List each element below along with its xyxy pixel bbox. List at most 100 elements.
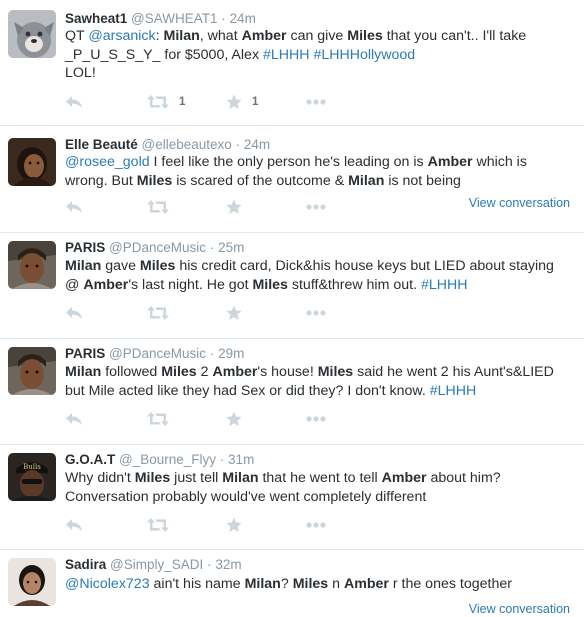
- tweet-item[interactable]: Elle Beauté @ellebeautexo · 24m @rosee_g…: [0, 126, 584, 233]
- reply-button[interactable]: [65, 303, 83, 323]
- fullname[interactable]: Sadira: [65, 557, 106, 572]
- highlighted-keyword: Amber: [212, 364, 258, 380]
- tweet-text: Milan followed Miles 2 Amber's house! Mi…: [65, 363, 570, 400]
- highlighted-keyword: Amber: [83, 276, 129, 293]
- star-icon: [226, 411, 242, 427]
- mention-link[interactable]: @arsanick: [88, 28, 155, 44]
- timestamp[interactable]: 24m: [244, 137, 270, 152]
- text-segment: can give: [286, 28, 348, 44]
- handle[interactable]: @SAWHEAT1: [131, 11, 217, 26]
- highlighted-keyword: Milan: [163, 28, 200, 44]
- handle[interactable]: @_Bourne_Flyy: [119, 452, 216, 467]
- highlighted-keyword: Miles: [139, 258, 176, 274]
- more-dots-icon: [306, 522, 326, 528]
- tweet-header: Sadira @Simply_SADI · 32m: [65, 557, 242, 572]
- highlighted-keyword: Miles: [292, 576, 329, 592]
- tweet-header: Sawheat1 @SAWHEAT1 · 24m: [65, 11, 256, 26]
- favorite-button[interactable]: 1: [226, 92, 258, 112]
- text-segment: ain't his name: [149, 576, 245, 592]
- reply-button[interactable]: [65, 515, 83, 535]
- view-conversation-link[interactable]: View conversation: [469, 602, 570, 616]
- star-icon: [226, 305, 242, 321]
- tweet-item[interactable]: Bulls G.O.A.T @_Bourne_Flyy · 31m Why di…: [0, 445, 584, 550]
- hashtag-link[interactable]: #LHHH: [263, 47, 310, 63]
- mention-link[interactable]: @Nicolex723: [65, 576, 150, 592]
- text-segment: 's house!: [257, 364, 318, 380]
- more-button[interactable]: [306, 409, 326, 429]
- handle[interactable]: @PDanceMusic: [109, 240, 206, 255]
- view-conversation-link[interactable]: View conversation: [469, 196, 570, 210]
- favorite-button[interactable]: [226, 197, 242, 217]
- avatar[interactable]: [8, 241, 56, 289]
- text-segment: LOL!: [65, 65, 96, 82]
- handle[interactable]: @PDanceMusic: [109, 346, 206, 361]
- handle[interactable]: @ellebeautexo: [142, 137, 232, 152]
- handle[interactable]: @Simply_SADI: [110, 557, 203, 572]
- retweet-button[interactable]: 1: [147, 92, 185, 112]
- avatar[interactable]: Bulls: [8, 453, 56, 501]
- tweet-actions: [65, 409, 365, 429]
- text-segment: 2: [196, 364, 213, 380]
- sadira-avatar-image: [8, 558, 56, 606]
- woman-avatar-image: [8, 138, 56, 186]
- reply-button[interactable]: [65, 409, 83, 429]
- retweet-button[interactable]: [147, 409, 169, 429]
- tweet-text: @rosee_gold I feel like the only person …: [65, 153, 570, 190]
- more-button[interactable]: [306, 303, 326, 323]
- goat-avatar-image: Bulls: [8, 453, 56, 501]
- hashtag-link[interactable]: #LHHH: [430, 383, 477, 399]
- timestamp[interactable]: 25m: [218, 240, 244, 255]
- retweet-button[interactable]: [147, 197, 169, 217]
- mention-link[interactable]: @rosee_gold: [65, 154, 150, 170]
- more-button[interactable]: [306, 92, 326, 112]
- text-segment: that he went to tell: [258, 470, 382, 486]
- timestamp[interactable]: 24m: [230, 11, 256, 26]
- favorite-button[interactable]: [226, 409, 242, 429]
- avatar[interactable]: [8, 10, 56, 58]
- retweet-icon: [147, 95, 169, 109]
- separator-dot: ·: [207, 557, 212, 572]
- reply-icon: [65, 95, 83, 109]
- retweet-button[interactable]: [147, 515, 169, 535]
- hashtag-link[interactable]: #LHHH: [421, 277, 468, 293]
- reply-icon: [65, 412, 83, 426]
- separator-dot: ·: [235, 137, 241, 152]
- highlighted-keyword: Miles: [317, 364, 354, 380]
- timestamp[interactable]: 32m: [215, 557, 241, 572]
- avatar[interactable]: [8, 138, 56, 186]
- text-segment: , what: [199, 28, 242, 44]
- text-segment: stuff&threw him out.: [287, 276, 421, 293]
- tweet-text: Milan gave Miles his credit card, Dick&h…: [65, 257, 570, 294]
- fullname[interactable]: PARIS: [65, 240, 105, 255]
- favorite-button[interactable]: [226, 303, 242, 323]
- fullname[interactable]: PARIS: [65, 346, 105, 361]
- highlighted-keyword: Miles: [161, 364, 197, 380]
- reply-button[interactable]: [65, 197, 83, 217]
- text-segment: QT: [65, 28, 89, 44]
- text-segment: I feel like the only person he's leading…: [149, 154, 428, 170]
- fullname[interactable]: G.O.A.T: [65, 452, 115, 467]
- tweet-item[interactable]: Sawheat1 @SAWHEAT1 · 24m QT @arsanick: M…: [0, 0, 584, 126]
- reply-button[interactable]: [65, 92, 83, 112]
- fullname[interactable]: Elle Beauté: [65, 137, 138, 152]
- timestamp[interactable]: 29m: [218, 346, 244, 361]
- more-button[interactable]: [306, 515, 326, 535]
- avatar[interactable]: [8, 558, 56, 606]
- fullname[interactable]: Sawheat1: [65, 11, 127, 26]
- retweet-button[interactable]: [147, 303, 169, 323]
- text-segment: is not being: [384, 172, 461, 189]
- tweet-item[interactable]: PARIS @PDanceMusic · 25m Milan gave Mile…: [0, 233, 584, 339]
- tweet-actions: [65, 515, 365, 535]
- more-dots-icon: [306, 310, 326, 316]
- text-segment: r the ones together: [388, 576, 512, 592]
- favorite-button[interactable]: [226, 515, 242, 535]
- retweet-icon: [147, 306, 169, 320]
- highlighted-keyword: Milan: [348, 172, 385, 189]
- highlighted-keyword: Miles: [134, 470, 171, 486]
- tweet-item[interactable]: PARIS @PDanceMusic · 29m Milan followed …: [0, 339, 584, 445]
- avatar[interactable]: [8, 347, 56, 395]
- timestamp[interactable]: 31m: [228, 452, 254, 467]
- hashtag-link[interactable]: #LHHHollywood: [313, 47, 415, 63]
- tweet-item[interactable]: Sadira @Simply_SADI · 32m @Nicolex723 ai…: [0, 550, 584, 617]
- more-button[interactable]: [306, 197, 326, 217]
